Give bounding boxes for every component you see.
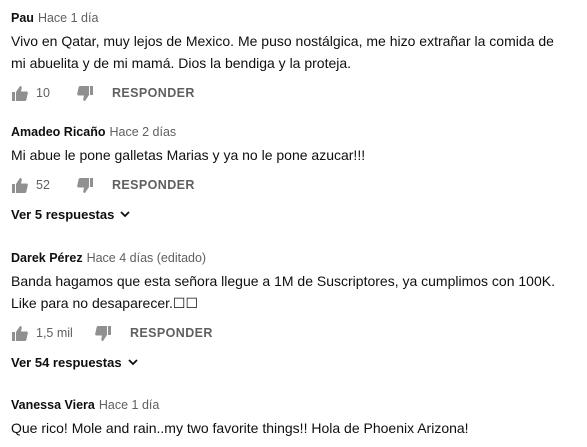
reply-button[interactable]: RESPONDER [130,326,213,340]
comment: Pau Hace 1 día Vivo en Qatar, muy lejos d… [11,10,587,103]
comment-time[interactable]: Hace 1 día [99,398,159,412]
thumbs-down-icon[interactable] [76,84,94,102]
reply-button[interactable]: RESPONDER [112,178,195,192]
view-replies-button[interactable]: Ver 54 respuestas [11,355,587,370]
thumbs-down-icon[interactable] [94,324,112,342]
comment: Vanessa Viera Hace 1 día Que rico! Mole a… [11,397,587,439]
comment-text: Banda hagamos que esta señora llegue a 1… [11,273,555,311]
comment-header: Darek Pérez Hace 4 días (editado) [11,250,587,266]
like-count: 52 [36,178,50,192]
comment-text: Vivo en Qatar, muy lejos de Mexico. Me p… [11,33,554,71]
thumbs-up-icon[interactable] [11,324,29,342]
comment-author[interactable]: Amadeo Ricaño [11,125,105,139]
reply-button[interactable]: RESPONDER [112,86,195,100]
view-replies-label: Ver 54 respuestas [11,355,122,370]
like-count: 10 [36,86,50,100]
thumbs-up-icon[interactable] [11,176,29,194]
comment-time[interactable]: Hace 2 días [109,125,176,139]
view-replies-label: Ver 5 respuestas [11,207,115,222]
comment-author[interactable]: Darek Pérez [11,251,83,265]
comment-header: Vanessa Viera Hace 1 día [11,397,587,413]
comment-actions: 1,5 mil RESPONDER [11,323,587,343]
comment-text: Mi abue le pone galletas Marias y ya no … [11,147,366,163]
comment: Darek Pérez Hace 4 días (editado) Banda h… [11,250,587,370]
comment: Amadeo Ricaño Hace 2 días Mi abue le pone… [11,124,587,222]
comment-header: Amadeo Ricaño Hace 2 días [11,124,587,140]
thumbs-down-icon[interactable] [76,176,94,194]
comment-time[interactable]: Hace 1 día [38,11,98,25]
thumbs-up-icon[interactable] [11,84,29,102]
comment-actions: 52 RESPONDER [11,175,587,195]
comment-actions: 10 RESPONDER [11,83,587,103]
chevron-down-icon [120,211,130,218]
comment-author[interactable]: Pau [11,11,34,25]
comment-author[interactable]: Vanessa Viera [11,398,95,412]
like-count: 1,5 mil [36,326,73,340]
comment-time[interactable]: Hace 4 días (editado) [87,251,207,265]
comment-header: Pau Hace 1 día [11,10,587,26]
comment-text: Que rico! Mole and rain..my two favorite… [11,420,469,436]
chevron-down-icon [127,359,138,366]
view-replies-button[interactable]: Ver 5 respuestas [11,207,587,222]
